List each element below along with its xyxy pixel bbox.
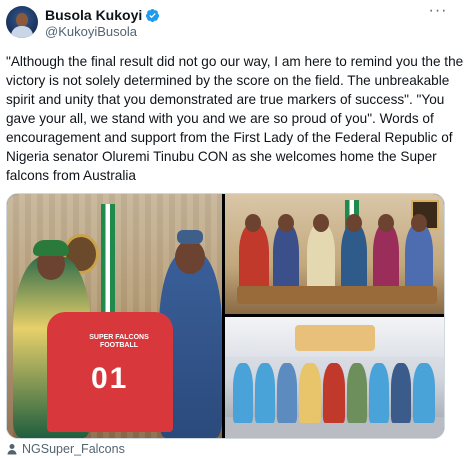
person-icon (7, 444, 17, 455)
author-handle[interactable]: @KukoyiBusola (45, 24, 137, 40)
author-display-name[interactable]: Busola Kukoyi (45, 6, 142, 24)
media-source-tag[interactable]: NGSuper_Falcons (6, 441, 125, 457)
photo-jersey-presentation[interactable]: SUPER FALCONS FOOTBALL 01 (7, 194, 222, 438)
verified-badge-icon (146, 8, 160, 22)
more-options-icon[interactable]: ··· (428, 3, 448, 22)
table (237, 286, 437, 304)
tweet-text: "Although the final result did not go ou… (6, 54, 464, 183)
jersey-number-text: 01 (91, 362, 129, 395)
photo-group-table[interactable] (225, 194, 444, 314)
media-source-label[interactable]: NGSuper_Falcons (22, 441, 125, 457)
media-grid: SUPER FALCONS FOOTBALL 01 (6, 193, 445, 439)
jersey-title-text: SUPER FALCONS FOOTBALL (89, 334, 149, 349)
photo-team-group[interactable] (225, 317, 444, 438)
author-name-row[interactable]: Busola Kukoyi (45, 6, 160, 24)
avatar[interactable] (6, 6, 38, 38)
